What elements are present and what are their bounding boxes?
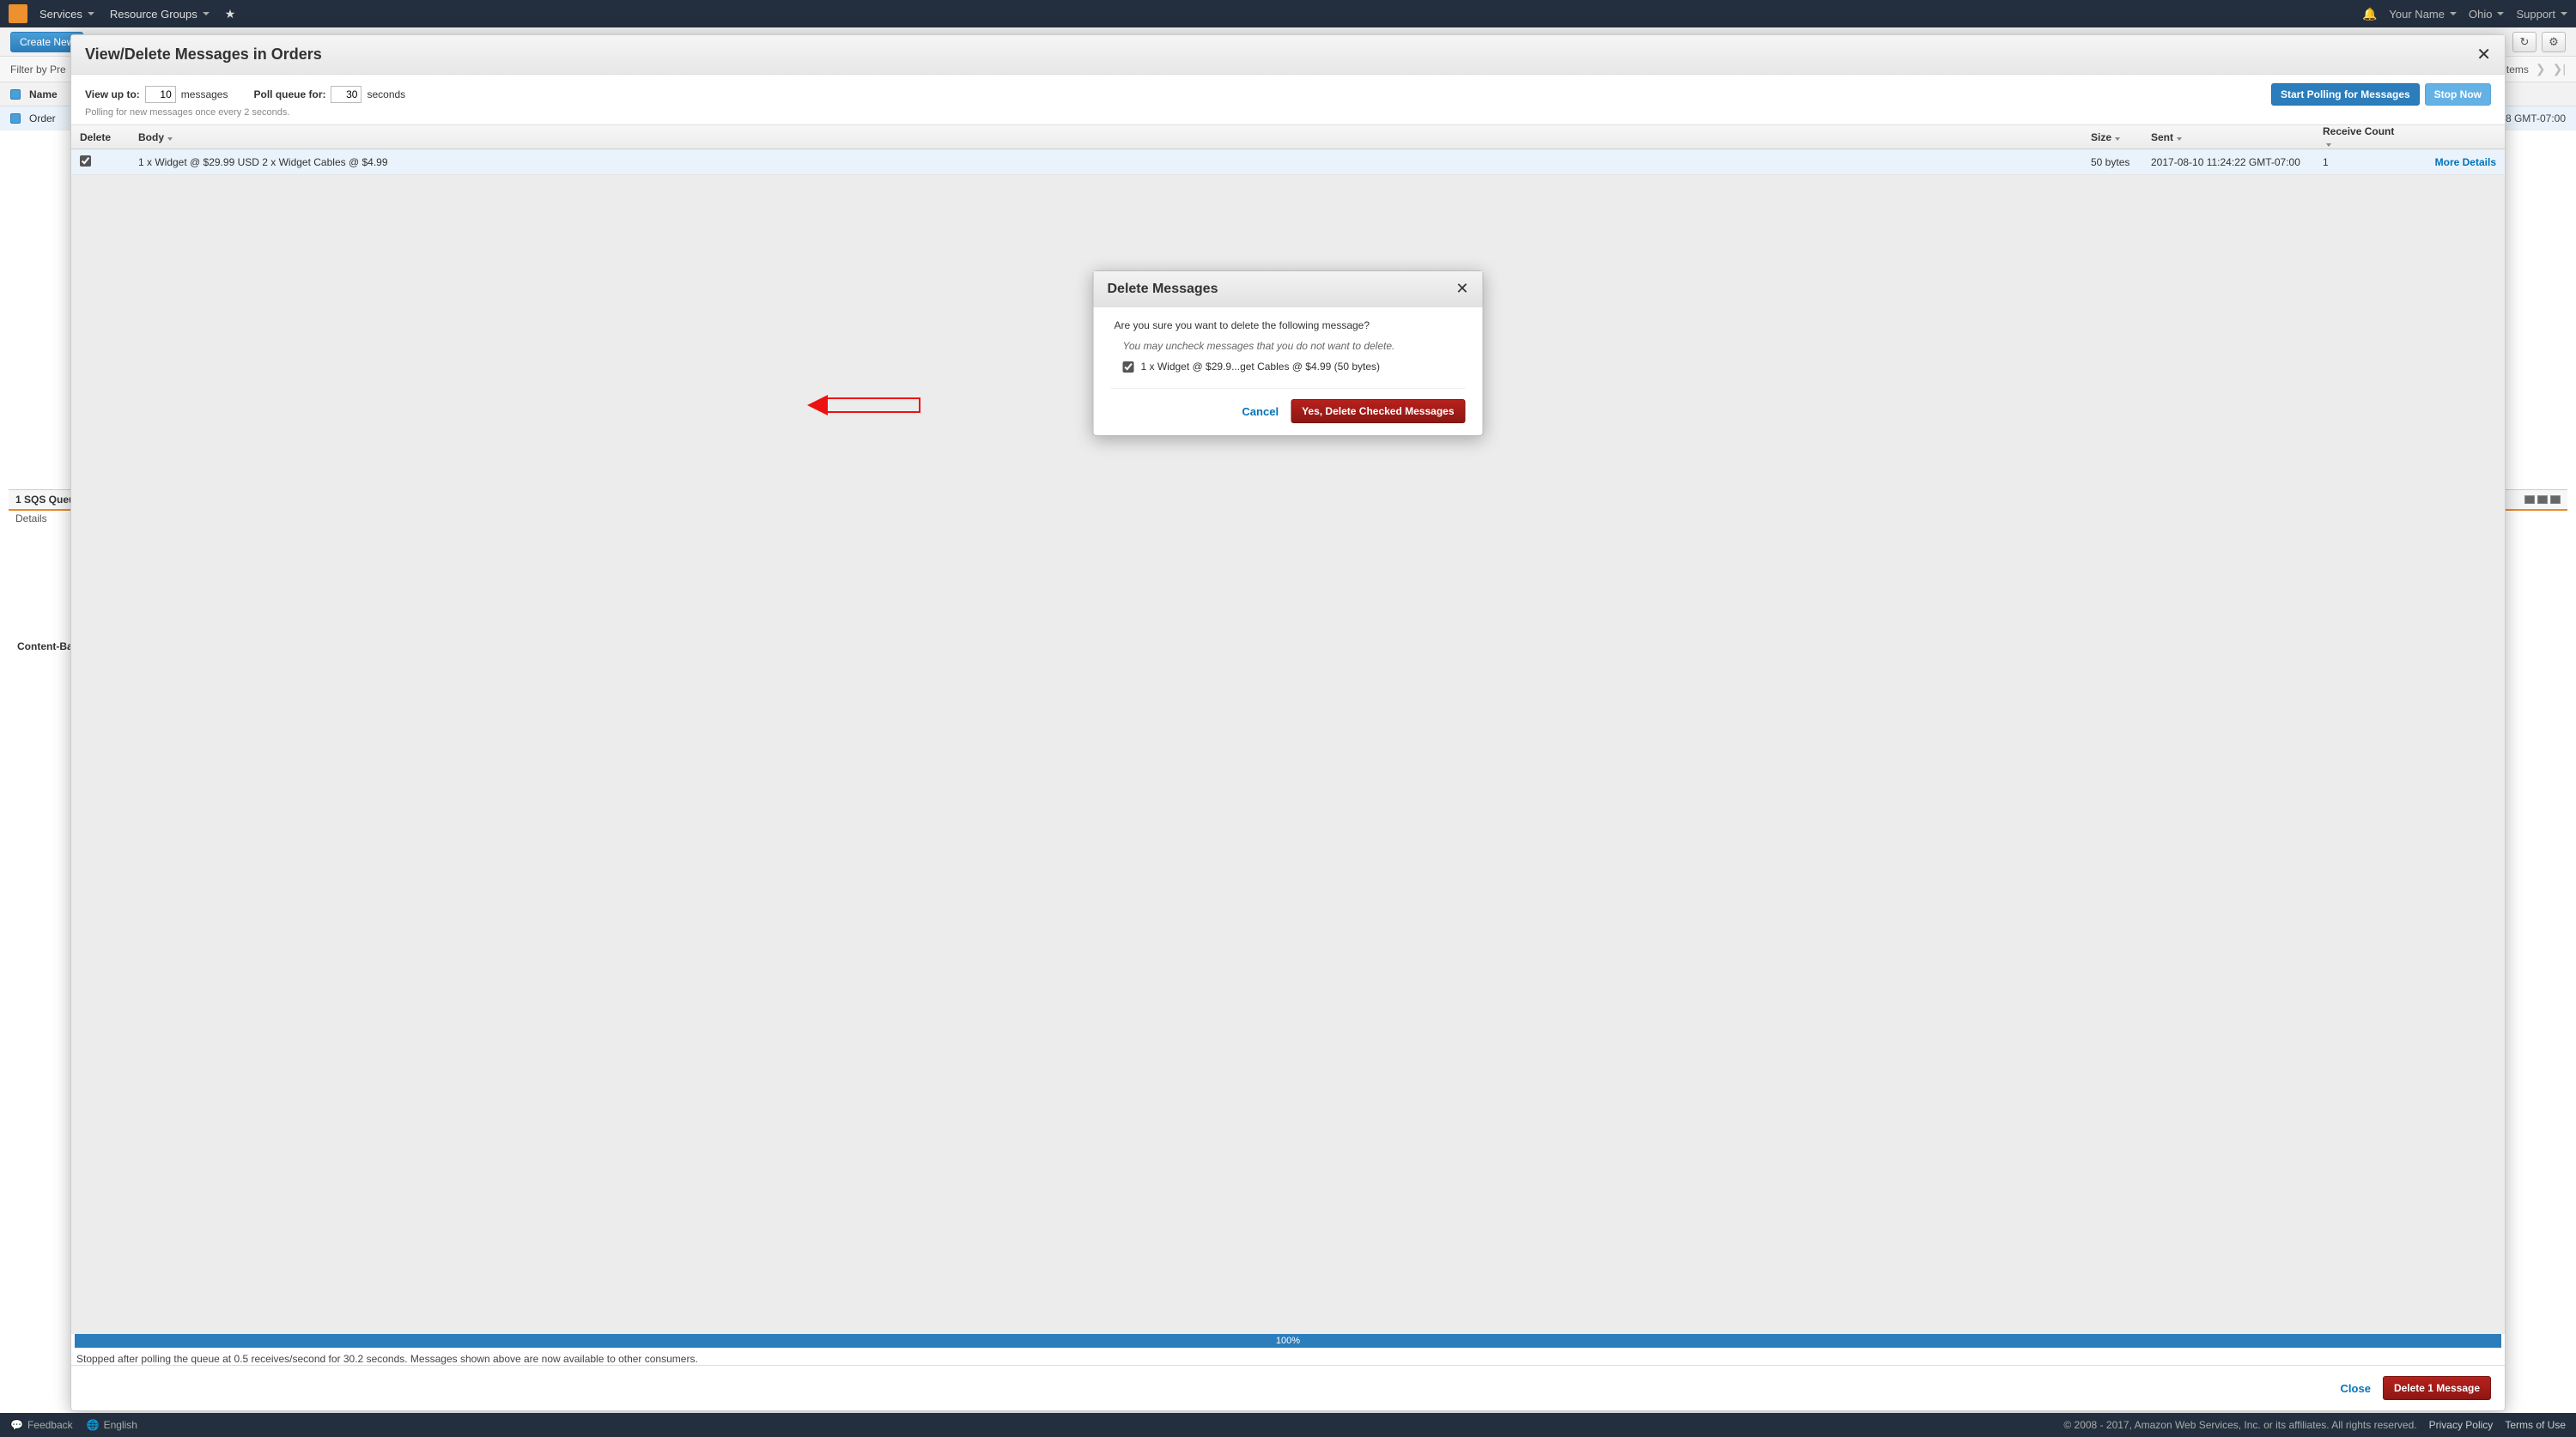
terms-link[interactable]: Terms of Use xyxy=(2505,1419,2566,1431)
feedback-link[interactable]: 💬 Feedback xyxy=(10,1419,73,1431)
poll-for-label: Poll queue for: xyxy=(253,88,325,100)
close-icon[interactable]: ✕ xyxy=(2476,44,2491,65)
language-link[interactable]: 🌐 English xyxy=(87,1419,137,1431)
view-delete-modal: View/Delete Messages in Orders ✕ View up… xyxy=(70,34,2506,1411)
language-label: English xyxy=(104,1419,137,1431)
cancel-button[interactable]: Cancel xyxy=(1242,405,1279,418)
globe-icon: 🌐 xyxy=(87,1419,100,1431)
close-button[interactable]: Close xyxy=(2341,1382,2371,1395)
confirm-item-text: 1 x Widget @ $29.9...get Cables @ $4.99 … xyxy=(1141,361,1381,373)
feedback-label: Feedback xyxy=(27,1419,73,1431)
row-body: 1 x Widget @ $29.99 USD 2 x Widget Cable… xyxy=(130,156,2082,168)
more-details-link[interactable]: More Details xyxy=(2435,156,2496,168)
arrow-head-icon xyxy=(807,395,828,415)
confirm-hint: You may uncheck messages that you do not… xyxy=(1115,340,1462,352)
confirm-item-checkbox[interactable] xyxy=(1123,361,1134,373)
modal-title: View/Delete Messages in Orders xyxy=(85,45,322,64)
seconds-unit: seconds xyxy=(367,88,405,100)
footer: 💬 Feedback 🌐 English © 2008 - 2017, Amaz… xyxy=(0,1413,2576,1437)
col-size[interactable]: Size xyxy=(2082,131,2142,143)
col-delete: Delete xyxy=(71,131,130,143)
message-row[interactable]: 1 x Widget @ $29.99 USD 2 x Widget Cable… xyxy=(71,149,2505,175)
privacy-link[interactable]: Privacy Policy xyxy=(2429,1419,2494,1431)
col-sent[interactable]: Sent xyxy=(2142,131,2314,143)
col-receive-count[interactable]: Receive Count xyxy=(2314,125,2410,149)
view-up-to-input[interactable] xyxy=(145,86,176,103)
messages-unit: messages xyxy=(181,88,228,100)
modal-controls: View up to: messages Poll queue for: sec… xyxy=(71,75,2505,107)
delete-message-button[interactable]: Delete 1 Message xyxy=(2383,1376,2491,1400)
poll-for-input[interactable] xyxy=(331,86,361,103)
row-size: 50 bytes xyxy=(2082,156,2142,168)
row-sent: 2017-08-10 11:24:22 GMT-07:00 xyxy=(2142,156,2314,168)
modal-footer: Close Delete 1 Message xyxy=(71,1365,2505,1410)
annotation-arrow xyxy=(807,395,920,415)
arrow-body xyxy=(828,397,920,413)
view-up-to-label: View up to: xyxy=(85,88,140,100)
poll-note: Polling for new messages once every 2 se… xyxy=(71,107,2505,124)
start-polling-button[interactable]: Start Polling for Messages xyxy=(2271,83,2420,106)
confirm-delete-dialog: Delete Messages ✕ Are you sure you want … xyxy=(1093,270,1484,436)
confirm-title: Delete Messages xyxy=(1108,282,1218,297)
chat-icon: 💬 xyxy=(10,1419,23,1431)
yes-delete-button[interactable]: Yes, Delete Checked Messages xyxy=(1291,399,1465,423)
poll-status: Stopped after polling the queue at 0.5 r… xyxy=(73,1348,2503,1365)
stop-now-button[interactable]: Stop Now xyxy=(2425,83,2491,106)
col-body[interactable]: Body xyxy=(130,131,2082,143)
confirm-close-icon[interactable]: ✕ xyxy=(1455,280,1468,298)
row-receive-count: 1 xyxy=(2314,156,2410,168)
progress-bar: 100% xyxy=(75,1334,2501,1348)
confirm-question: Are you sure you want to delete the foll… xyxy=(1115,319,1462,331)
row-delete-checkbox[interactable] xyxy=(80,155,91,167)
copyright: © 2008 - 2017, Amazon Web Services, Inc.… xyxy=(2063,1419,2416,1431)
modal-overlay: View/Delete Messages in Orders ✕ View up… xyxy=(0,0,2576,1437)
